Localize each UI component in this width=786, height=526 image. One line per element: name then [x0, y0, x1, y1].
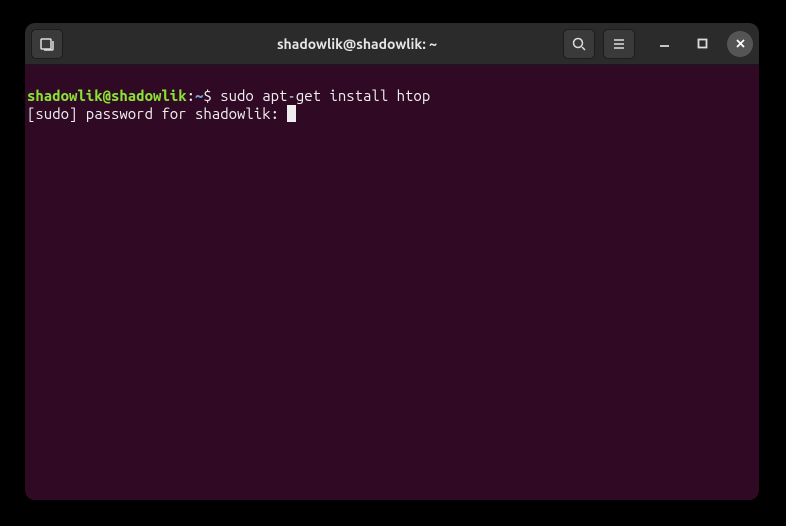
search-icon [571, 36, 587, 52]
prompt-user-host: shadowlik@shadowlik [27, 87, 187, 104]
prompt-colon: : [187, 87, 195, 104]
new-tab-button[interactable] [31, 29, 63, 59]
search-button[interactable] [563, 29, 595, 59]
terminal-window: shadowlik@shadowlik: ~ [25, 23, 759, 500]
titlebar-right [563, 29, 753, 59]
titlebar: shadowlik@shadowlik: ~ [25, 23, 759, 65]
minimize-icon [659, 38, 670, 49]
cursor [287, 105, 296, 122]
prompt-symbol: $ [203, 87, 220, 104]
titlebar-left [31, 29, 151, 59]
new-tab-icon [39, 36, 55, 52]
window-title: shadowlik@shadowlik: ~ [151, 36, 563, 52]
menu-button[interactable] [603, 29, 635, 59]
maximize-button[interactable] [689, 31, 715, 57]
close-button[interactable] [727, 31, 753, 57]
sudo-password-prompt: [sudo] password for shadowlik: [27, 105, 287, 122]
close-icon [735, 38, 746, 49]
minimize-button[interactable] [651, 31, 677, 57]
command-text: sudo apt-get install htop [220, 87, 430, 104]
terminal-body[interactable]: shadowlik@shadowlik:~$ sudo apt-get inst… [25, 65, 759, 145]
maximize-icon [697, 38, 708, 49]
hamburger-icon [611, 36, 627, 52]
